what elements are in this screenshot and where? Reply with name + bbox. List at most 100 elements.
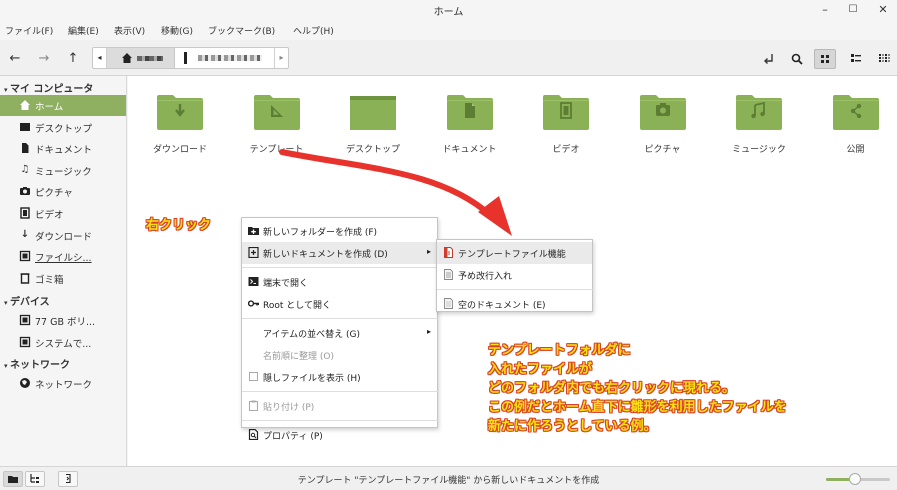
context-menu-item-8[interactable]: 隠しファイルを表示 (H) <box>242 366 437 388</box>
menu-item-label: 新しいドキュメントを作成 (D) <box>263 250 388 260</box>
submenu-item-3[interactable]: 空のドキュメント (E) <box>437 293 592 315</box>
redacted-path-segment <box>198 55 262 61</box>
sidebar-item-documents[interactable]: ドキュメント <box>0 138 126 159</box>
back-button[interactable]: ← <box>4 49 26 69</box>
path-crumb-home[interactable] <box>107 48 175 68</box>
video-icon <box>20 207 30 219</box>
checkbox-icon[interactable] <box>249 372 258 381</box>
folder-picture[interactable]: ピクチャ <box>615 81 705 161</box>
folder-document[interactable]: ドキュメント <box>422 81 512 161</box>
menu-separator <box>242 267 439 268</box>
context-menu-item-0[interactable]: 新しいフォルダーを作成 (F) <box>242 220 437 242</box>
submenu-arrow-icon: ▸ <box>426 327 431 336</box>
submenu-arrow-icon: ▸ <box>426 247 431 256</box>
menu-edit[interactable]: 編集(E) <box>68 24 99 37</box>
annotation-line: 新たに作ろうとしている例。 <box>488 419 657 434</box>
menu-item-label: テンプレートファイル機能 <box>458 250 566 260</box>
path-crumb-user[interactable] <box>176 48 274 68</box>
up-button[interactable]: ↑ <box>62 49 84 69</box>
context-menu-item-4[interactable]: Root として開く <box>242 293 437 315</box>
forward-icon: → <box>38 51 50 66</box>
path-bar: ◂ ▸ <box>92 47 289 69</box>
sidebar-item-volume-77gb[interactable]: 77 GB ボリ... <box>0 310 126 331</box>
folder-label: ダウンロード <box>152 145 207 155</box>
folder-label: ピクチャ <box>644 145 681 155</box>
text-file-icon <box>444 269 453 280</box>
folder-music[interactable]: ミュージック <box>711 81 801 161</box>
network-icon <box>20 378 30 388</box>
menu-bookmarks[interactable]: ブックマーク(B) <box>208 24 275 37</box>
sidebar-item-downloads[interactable]: ↓ ダウンロード <box>0 225 126 246</box>
redacted-path-segment <box>184 52 187 64</box>
menu-go[interactable]: 移動(G) <box>161 24 193 37</box>
new-document-icon <box>248 247 259 258</box>
file-manager-window: ホーム – ☐ ✕ ファイル(F) 編集(E) 表示(V) 移動(G) ブックマ… <box>0 0 897 490</box>
sidebar-item-music[interactable]: ♫ ミュージック <box>0 160 126 181</box>
context-menu-item-6[interactable]: アイテムの並べ替え (G) ▸ <box>242 322 437 344</box>
folder-template[interactable]: テンプレート <box>229 81 319 161</box>
sidebar-item-network[interactable]: ネットワーク <box>0 373 126 394</box>
annotation-line: どのフォルダ内でも右クリックに現れる。 <box>488 381 736 396</box>
list-view-button[interactable] <box>845 49 867 69</box>
terminal-icon <box>248 277 259 286</box>
sidebar-item-filesystem[interactable]: ファイルシ... <box>0 246 126 267</box>
sidebar-item-trash[interactable]: ゴミ箱 <box>0 268 126 289</box>
music-icon: ♫ <box>20 164 30 175</box>
sidebar-item-desktop[interactable]: デスクトップ <box>0 117 126 138</box>
minimize-button[interactable]: – <box>815 2 835 18</box>
forward-button[interactable]: → <box>33 49 55 69</box>
home-icon <box>20 100 30 110</box>
folder-icon <box>253 95 300 130</box>
folder-download[interactable]: ダウンロード <box>132 81 222 161</box>
menu-separator <box>242 420 439 421</box>
menu-item-label: 貼り付け (P) <box>263 403 315 413</box>
close-button[interactable]: ✕ <box>873 2 893 18</box>
folder-label: ドキュメント <box>442 145 497 155</box>
filesystem-icon <box>19 250 31 262</box>
path-scroll-left[interactable]: ◂ <box>93 48 107 68</box>
context-menu-item-7: 名前順に整理 (O) <box>242 344 437 366</box>
title-bar: ホーム – ☐ ✕ <box>0 0 897 20</box>
sidebar-section-network[interactable]: ▾ ネットワーク <box>4 356 70 371</box>
annotation-line: テンプレートフォルダに <box>488 343 631 358</box>
menu-item-label: 名前順に整理 (O) <box>263 352 334 362</box>
folder-icon <box>350 96 396 130</box>
menu-help[interactable]: ヘルプ(H) <box>293 24 334 37</box>
search-button[interactable] <box>786 49 808 69</box>
toolbar: ← → ↑ ◂ ▸ <box>0 40 897 76</box>
menu-view[interactable]: 表示(V) <box>114 24 145 37</box>
folder-icon <box>736 95 782 130</box>
context-menu-item-1[interactable]: 新しいドキュメントを作成 (D) ▸ <box>242 242 437 264</box>
sidebar-item-pictures[interactable]: ピクチャ <box>0 181 126 202</box>
sidebar-section-my-computer[interactable]: ▾ マイ コンピュータ <box>4 80 93 95</box>
key-icon <box>248 300 259 307</box>
icon-view-button[interactable] <box>814 49 836 69</box>
path-scroll-right[interactable]: ▸ <box>274 48 288 68</box>
annotation-right-click: 右クリック <box>146 218 212 233</box>
folder-share[interactable]: 公開 <box>808 81 897 161</box>
redacted-path-segment <box>137 56 163 61</box>
menu-file[interactable]: ファイル(F) <box>5 24 53 37</box>
open-terminal-button[interactable] <box>758 49 780 69</box>
sidebar-section-devices[interactable]: ▾ デバイス <box>4 293 50 308</box>
new-folder-icon <box>248 227 259 235</box>
drive-icon <box>19 314 31 326</box>
submenu-item-1[interactable]: 予め改行入れ <box>437 264 592 286</box>
return-arrow-icon <box>764 54 773 64</box>
compact-view-button[interactable] <box>873 49 895 69</box>
context-menu-item-12[interactable]: プロパティ (P) <box>242 424 437 446</box>
zoom-slider-handle[interactable] <box>848 473 861 485</box>
sidebar-item-videos[interactable]: ビデオ <box>0 203 126 224</box>
folder-desktop[interactable]: デスクトップ <box>325 81 415 161</box>
submenu-item-0[interactable]: テンプレートファイル機能 <box>437 242 592 264</box>
drive-icon <box>19 336 31 348</box>
folder-video[interactable]: ビデオ <box>518 81 608 161</box>
zoom-slider[interactable] <box>826 472 890 486</box>
annotation-line: 入れたファイルが <box>488 362 593 377</box>
status-bar: テンプレート "テンプレートファイル機能" から新しいドキュメントを作成 <box>0 466 897 490</box>
maximize-button[interactable]: ☐ <box>843 2 863 18</box>
folder-label: テンプレート <box>249 145 304 155</box>
sidebar-item-system-volume[interactable]: システムで... <box>0 332 126 353</box>
context-menu-item-3[interactable]: 端末で開く <box>242 271 437 293</box>
sidebar-item-home[interactable]: ホーム <box>0 95 126 116</box>
